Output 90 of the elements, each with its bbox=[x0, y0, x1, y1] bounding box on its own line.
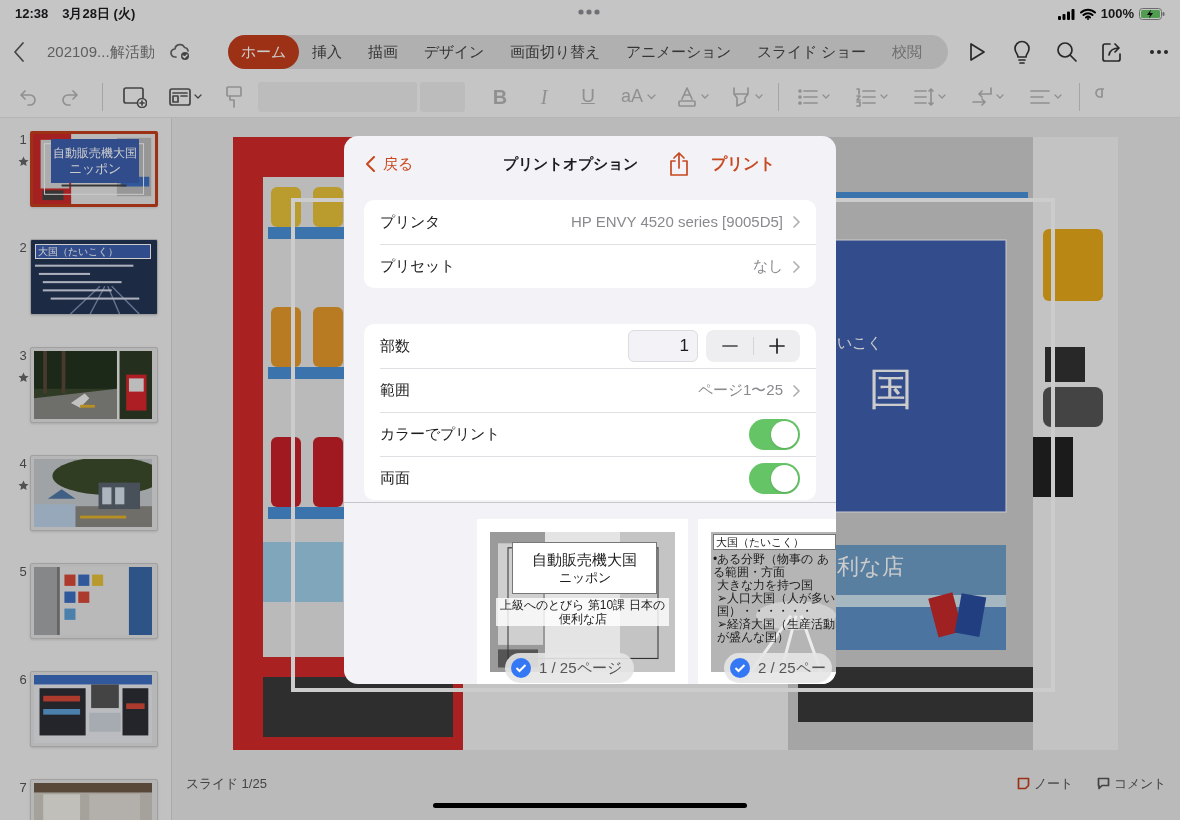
chevron-right-icon[interactable] bbox=[793, 384, 800, 397]
search-icon[interactable] bbox=[1056, 41, 1078, 63]
wifi-icon bbox=[1079, 8, 1096, 20]
signal-icon bbox=[1057, 8, 1075, 20]
setting-label: プリンタ bbox=[380, 211, 440, 232]
status-time: 12:38 bbox=[15, 5, 49, 24]
print-button[interactable]: プリント bbox=[711, 152, 775, 176]
slide-thumbnail[interactable] bbox=[30, 563, 158, 639]
back-button[interactable]: 戻る bbox=[366, 152, 413, 176]
toggle-switch[interactable] bbox=[749, 419, 800, 450]
chevron-right-icon[interactable] bbox=[793, 216, 800, 228]
slide-number: 1 bbox=[19, 131, 27, 149]
setting-label: 両面 bbox=[380, 468, 410, 489]
setting-value[interactable]: なし bbox=[753, 255, 783, 278]
ribbon-tab[interactable]: アニメーション bbox=[612, 35, 744, 69]
numbered-list-dropdown-icon[interactable] bbox=[855, 85, 890, 108]
slide-text-line: 大きな力を持つ国 bbox=[716, 579, 813, 592]
slide-title: 大国（たいこく） bbox=[35, 244, 151, 259]
slide-number: 2 bbox=[19, 239, 27, 257]
page-preview[interactable]: 自動販売機大国 ニッポン 上級へのとびら 第10課 日本の便利な店 1 / 25ページ bbox=[477, 519, 688, 684]
ruby-text: いこく bbox=[837, 333, 882, 353]
plus-icon bbox=[769, 338, 785, 354]
highlighter-dropdown-icon[interactable] bbox=[730, 85, 765, 108]
setting-label: 部数 bbox=[380, 335, 410, 356]
note-icon bbox=[1017, 777, 1030, 791]
share-icon[interactable] bbox=[668, 151, 690, 177]
slide-counter: スライド 1/25 bbox=[186, 775, 267, 793]
font-color-dropdown-icon[interactable] bbox=[676, 85, 711, 108]
ribbon-tab[interactable]: 挿入 bbox=[298, 35, 355, 69]
slide-title: 自動販売機大国 bbox=[53, 145, 137, 161]
caret-icon bbox=[647, 93, 657, 100]
checkmark-icon[interactable] bbox=[511, 658, 531, 678]
slide-title: 大国（たいこく） bbox=[713, 534, 836, 550]
multitask-dots-icon[interactable] bbox=[578, 9, 600, 15]
battery-charging-icon bbox=[1139, 8, 1165, 20]
new-slide-icon[interactable] bbox=[123, 85, 147, 108]
slide-number: 4 bbox=[19, 455, 27, 473]
copies-field[interactable]: 1 bbox=[628, 330, 698, 362]
slide-number: 6 bbox=[19, 671, 27, 689]
ribbon-tab[interactable]: 描画 bbox=[354, 35, 411, 69]
lightbulb-icon[interactable] bbox=[1011, 40, 1033, 64]
setting-value[interactable]: ページ1〜25 bbox=[697, 379, 783, 402]
slide-number: 5 bbox=[19, 563, 27, 581]
slide-text-line: ➢人口大国（人が多い国）・・・・・・ bbox=[716, 592, 836, 618]
chevron-right-icon[interactable] bbox=[793, 260, 800, 273]
slide-thumbnail[interactable] bbox=[30, 671, 158, 747]
ribbon-tab[interactable]: 画面切り替え bbox=[496, 35, 613, 69]
cloud-check-icon[interactable] bbox=[169, 42, 192, 62]
slide-thumbnail[interactable] bbox=[30, 347, 158, 423]
page-caption: 2 / 25ペー bbox=[758, 657, 826, 678]
setting-value[interactable]: HP ENVY 4520 series [9005D5] bbox=[570, 210, 783, 234]
slide-number: 3 bbox=[19, 347, 27, 365]
format-painter-icon[interactable] bbox=[225, 84, 243, 109]
layout-dropdown-icon[interactable] bbox=[169, 85, 203, 108]
comment-icon bbox=[1097, 777, 1110, 791]
back-icon[interactable] bbox=[12, 40, 26, 64]
slide-text-line: •ある分野（物事の ある範囲・方面 bbox=[713, 553, 830, 579]
slide-number: 7 bbox=[19, 779, 27, 797]
slide-footer-text: 上級へのとびら 第10課 日本の便利な店 bbox=[496, 598, 669, 626]
ribbon-tab[interactable]: ホーム bbox=[227, 35, 299, 69]
slide-subtitle: ニッポン bbox=[69, 160, 121, 177]
checkmark-icon[interactable] bbox=[730, 658, 750, 678]
slide-title: 自動販売機大国 bbox=[532, 550, 637, 569]
chevron-left-icon bbox=[366, 156, 375, 172]
slide-text-line: ➢経済大国（生産活動が盛んな国） bbox=[716, 618, 836, 644]
page-caption: 1 / 25ページ bbox=[539, 657, 622, 678]
setting-label: カラーでプリント bbox=[380, 424, 500, 445]
line-spacing-dropdown-icon[interactable] bbox=[913, 85, 948, 108]
slide-heading: 国 bbox=[869, 363, 913, 415]
setting-label: 範囲 bbox=[380, 380, 410, 401]
page-preview[interactable]: 大国（たいこく） •ある分野（物事の ある範囲・方面 大きな力を持つ国 ➢人口大国（人が多い国）・・・・・・ ➢経済大国（生産活動が盛んな国） 2 / 25ペー bbox=[698, 519, 836, 684]
slide-subtitle: ニッポン bbox=[558, 569, 611, 586]
slide-thumbnail[interactable]: 大国（たいこく） bbox=[30, 239, 158, 315]
notes-button[interactable]: ノート bbox=[1017, 774, 1073, 794]
minus-icon bbox=[721, 345, 738, 347]
slide-caption: 利な店 bbox=[837, 553, 904, 581]
toggle-switch[interactable] bbox=[749, 463, 800, 494]
more-icon[interactable] bbox=[1150, 50, 1168, 54]
ribbon-tab[interactable]: スライド ショー bbox=[743, 35, 879, 69]
share-icon[interactable] bbox=[1101, 41, 1123, 63]
dialog-title: プリントオプション bbox=[503, 153, 638, 174]
status-date: 3月28日 (火) bbox=[62, 5, 136, 24]
setting-label: プリセット bbox=[380, 256, 455, 277]
text-direction-dropdown-icon[interactable] bbox=[971, 85, 1006, 108]
slide-thumbnail[interactable]: 自動販売機大国 ニッポン bbox=[30, 131, 158, 207]
ribbon-tab[interactable]: デザイン bbox=[410, 35, 497, 69]
document-title[interactable]: 202109...解活動 bbox=[47, 40, 155, 64]
slide-thumbnail[interactable] bbox=[30, 455, 158, 531]
battery-percent: 100% bbox=[1100, 5, 1134, 24]
comments-button[interactable]: コメント bbox=[1097, 774, 1166, 794]
